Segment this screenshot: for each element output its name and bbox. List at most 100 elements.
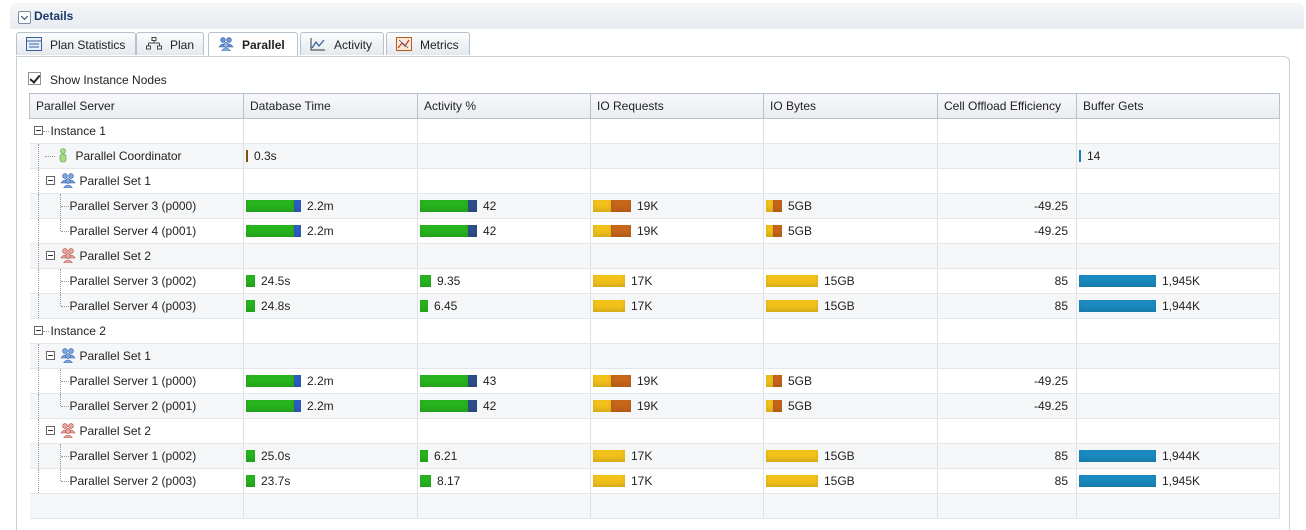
name-cell: Parallel Server 4 (p001) [29,218,244,244]
cell-offload-efficiency-cell [937,243,1077,269]
cell-offload-efficiency-cell [937,343,1077,369]
activity-bar [420,200,477,212]
database-time-bar [246,450,255,462]
io-bytes-bar [766,450,818,462]
io-bytes-bar [766,400,782,412]
parallel-set-red-icon [59,248,76,263]
table-row[interactable]: Instance 1 [29,118,1280,144]
column-header-activity[interactable]: Activity % [417,93,591,119]
database-time-value: 24.5s [261,274,291,288]
activity-cell [417,143,591,169]
table-row[interactable]: Parallel Coordinator 0.3s 14 [29,143,1280,169]
column-header-io-bytes[interactable]: IO Bytes [763,93,938,119]
io-requests-value: 17K [631,449,653,463]
database-time-bar [246,300,255,312]
name-cell: Parallel Set 1 [29,168,244,194]
tree-connector [60,206,69,207]
table-row[interactable]: Parallel Server 2 (p001) 2.2m 42 19K 5GB -49.… [29,393,1280,419]
io-bytes-cell: 5GB [763,218,938,244]
cell-offload-efficiency-cell: -49.25 [937,393,1077,419]
collapse-toggle-icon[interactable] [45,426,55,435]
table-row[interactable]: Parallel Set 1 [29,343,1280,369]
table-row[interactable]: Parallel Server 3 (p002) 24.5s 9.35 17K 15GB… [29,268,1280,294]
parallel-set-red-icon [59,423,76,438]
io-bytes-cell: 15GB [763,443,938,469]
show-instance-nodes-label: Show Instance Nodes [50,73,167,87]
io-requests-value: 19K [637,199,659,213]
show-instance-nodes-checkbox[interactable] [28,72,41,85]
coordinator-label: Parallel Coordinator [75,149,182,163]
activity-bar [420,475,431,487]
empty-cell [937,493,1077,519]
set-label: Parallel Set 2 [79,424,151,438]
cell-offload-efficiency-value: -49.25 [1033,399,1068,413]
server-label: Parallel Server 3 (p000) [69,199,197,213]
io-requests-bar [593,375,631,387]
io-bytes-cell: 5GB [763,368,938,394]
server-label: Parallel Server 1 (p000) [69,374,197,388]
collapse-chevron-icon[interactable] [18,11,31,24]
io-requests-cell: 19K [590,193,764,219]
table-row[interactable]: Parallel Server 1 (p000) 2.2m 43 19K 5GB -49.… [29,368,1280,394]
collapse-toggle-icon[interactable] [45,176,55,185]
buffer-gets-bar [1079,450,1156,462]
tree-connector [59,294,61,306]
io-requests-cell: 19K [590,393,764,419]
database-time-cell: 2.2m [243,393,418,419]
collapse-toggle-icon[interactable] [45,251,55,260]
io-requests-value: 19K [637,399,659,413]
tree-icon [146,37,162,50]
activity-bar [420,400,477,412]
column-header-parallel-server[interactable]: Parallel Server [29,93,244,119]
name-cell: Instance 1 [29,118,244,144]
activity-cell: 43 [417,368,591,394]
io-requests-cell [590,118,764,144]
database-time-cell [243,243,418,269]
table-row[interactable]: Parallel Set 2 [29,243,1280,269]
activity-bar [420,275,431,287]
tree-connector [44,156,55,157]
database-time-value: 25.0s [261,449,291,463]
table-row[interactable]: Parallel Server 4 (p003) 24.8s 6.45 17K 15GB… [29,293,1280,319]
tab-metrics[interactable]: Metrics [386,32,470,55]
name-cell: Parallel Server 1 (p000) [29,368,244,394]
cell-offload-efficiency-value: 85 [1054,474,1068,488]
name-cell: Parallel Server 1 (p002) [29,443,244,469]
buffer-gets-cell [1076,193,1280,219]
activity-cell: 6.45 [417,293,591,319]
buffer-gets-cell [1076,168,1280,194]
table-row[interactable]: Parallel Server 4 (p001) 2.2m 42 19K 5GB -49.… [29,218,1280,244]
tab-plan[interactable]: Plan [136,32,204,55]
table-row[interactable]: Parallel Server 2 (p003) 23.7s 8.17 17K 15GB… [29,468,1280,494]
column-header-buffer-gets[interactable]: Buffer Gets [1076,93,1280,119]
database-time-cell [243,118,418,144]
table-row[interactable]: Parallel Server 1 (p002) 25.0s 6.21 17K 15GB… [29,443,1280,469]
tab-activity[interactable]: Activity [300,32,384,55]
table-row[interactable]: Parallel Set 1 [29,168,1280,194]
collapse-toggle-icon[interactable] [33,326,43,335]
activity-cell [417,168,591,194]
instance-label: Instance 1 [50,124,106,138]
table-row[interactable]: Parallel Set 2 [29,418,1280,444]
io-requests-cell [590,143,764,169]
name-cell: Parallel Server 2 (p003) [29,468,244,494]
collapse-toggle-icon[interactable] [33,126,43,135]
empty-cell [590,493,764,519]
column-header-io-requests[interactable]: IO Requests [590,93,764,119]
table-row[interactable]: Instance 2 [29,318,1280,344]
database-time-value: 24.8s [261,299,291,313]
database-time-bar [246,225,301,237]
buffer-gets-bar [1079,275,1156,287]
name-cell: Parallel Server 4 (p003) [29,293,244,319]
io-bytes-cell [763,168,938,194]
buffer-gets-cell [1076,243,1280,269]
column-header-cell-offload-efficiency[interactable]: Cell Offload Efficiency [937,93,1077,119]
tab-parallel[interactable]: Parallel [208,32,298,57]
tab-plan-statistics[interactable]: Plan Statistics [16,32,136,55]
io-bytes-value: 5GB [788,374,813,388]
database-time-bar [246,275,255,287]
column-header-database-time[interactable]: Database Time [243,93,418,119]
collapse-toggle-icon[interactable] [45,351,55,360]
activity-cell [417,418,591,444]
table-row[interactable]: Parallel Server 3 (p000) 2.2m 42 19K 5GB -49.… [29,193,1280,219]
